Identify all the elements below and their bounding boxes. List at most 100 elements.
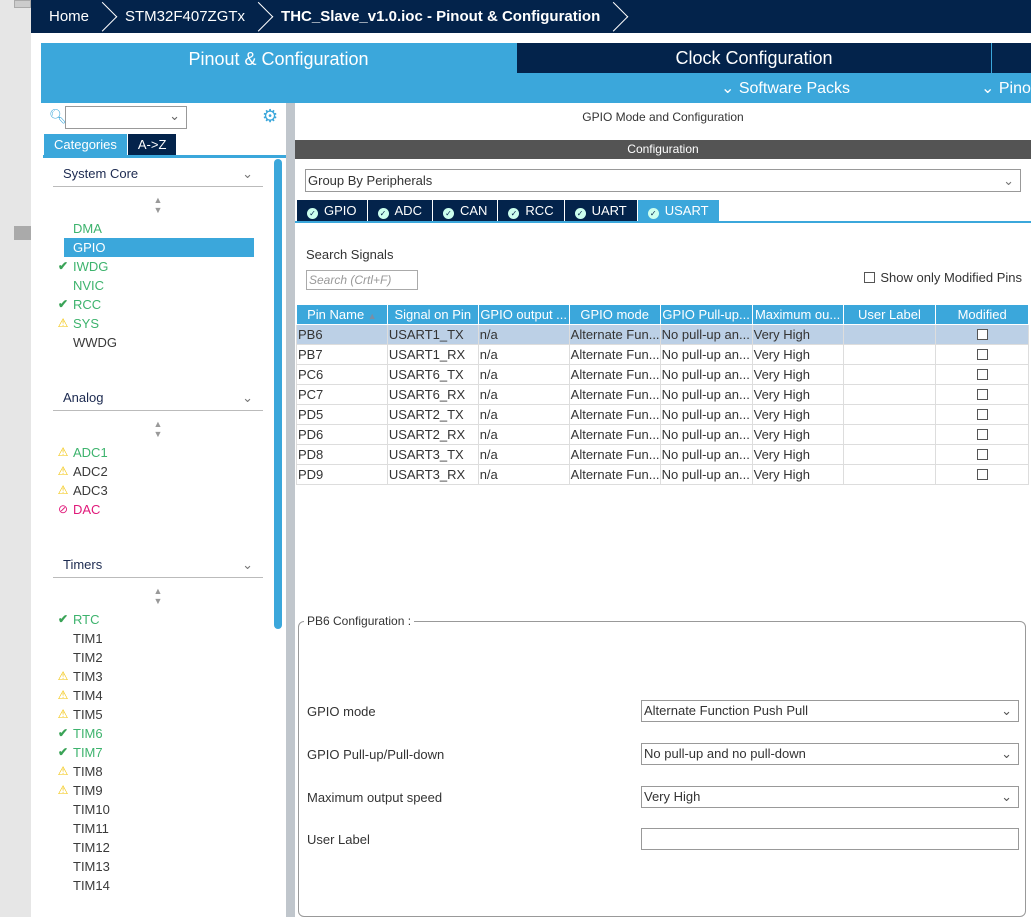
sidebar-item-tim1[interactable]: TIM1 <box>53 629 263 648</box>
sidebar-item-tim13[interactable]: TIM13 <box>53 857 263 876</box>
column-header[interactable]: GPIO mode <box>568 304 661 325</box>
column-header[interactable]: Pin Name ▲ <box>296 304 388 325</box>
modified-checkbox[interactable] <box>977 469 989 480</box>
sidebar-scrollbar[interactable] <box>274 159 282 629</box>
show-modified-checkbox[interactable]: Show only Modified Pins <box>864 270 1022 285</box>
modified-cell <box>935 384 1029 405</box>
column-header[interactable]: Modified <box>935 304 1029 325</box>
sidebar-item-tim9[interactable]: ⚠ TIM9 <box>53 781 263 800</box>
tab-categories[interactable]: Categories <box>44 134 127 155</box>
tab-adc[interactable]: ✓ ADC <box>367 200 432 221</box>
sidebar-item-tim7[interactable]: ✔ TIM7 <box>53 743 263 762</box>
sidebar-item-tim12[interactable]: TIM12 <box>53 838 263 857</box>
splitter[interactable] <box>286 103 295 917</box>
sidebar-item-adc1[interactable]: ⚠ ADC1 <box>53 443 263 462</box>
tab-label: ADC <box>394 203 422 218</box>
warning-icon: ⚠ <box>57 707 69 721</box>
sidebar-item-tim4[interactable]: ⚠ TIM4 <box>53 686 263 705</box>
sidebar-item-label: DAC <box>73 502 101 517</box>
column-header[interactable]: GPIO Pull-up... <box>659 304 753 325</box>
gear-icon[interactable]: ⚙ <box>262 106 278 127</box>
sidebar-item-dma[interactable]: DMA <box>53 219 263 238</box>
category-header[interactable]: System Core ⌄ <box>53 161 263 187</box>
modified-checkbox[interactable] <box>977 369 989 380</box>
tab-rcc[interactable]: ✓ RCC <box>498 200 564 221</box>
tab-gpio[interactable]: ✓ GPIO <box>297 200 367 221</box>
sort-icon[interactable]: ▲ ▼ <box>53 195 263 215</box>
sidebar-item-label: ADC2 <box>73 464 108 479</box>
checkbox[interactable] <box>864 272 876 283</box>
table-row[interactable]: PB7 USART1_RX n/a Alternate Fun... No pull-u… <box>296 344 1029 365</box>
sort-icon[interactable]: ▲ ▼ <box>53 419 263 439</box>
modified-cell <box>935 444 1029 465</box>
sidebar-item-sys[interactable]: ⚠ SYS <box>53 314 263 333</box>
field-value: Very High <box>644 789 701 804</box>
table-row[interactable]: PB6 USART1_TX n/a Alternate Fun... No pull-u… <box>296 324 1029 345</box>
software-packs-menu[interactable]: ⌄ Software Packs <box>721 78 850 98</box>
sidebar-item-rtc[interactable]: ✔ RTC <box>53 610 263 629</box>
table-row[interactable]: PD9 USART3_RX n/a Alternate Fun... No pull-u… <box>296 464 1029 485</box>
sort-icon[interactable]: ▲ ▼ <box>53 586 263 606</box>
table-cell: Very High <box>751 424 844 445</box>
modified-checkbox[interactable] <box>977 349 989 360</box>
gpio-mode-select[interactable]: ⌄ Alternate Function Push Pull <box>641 700 1019 722</box>
table-row[interactable]: PD6 USART2_RX n/a Alternate Fun... No pull-u… <box>296 424 1029 445</box>
sidebar-item-iwdg[interactable]: ✔ IWDG <box>53 257 263 276</box>
tab-a-z[interactable]: A->Z <box>127 134 177 155</box>
column-header[interactable]: Signal on Pin <box>386 304 479 325</box>
sidebar-item-nvic[interactable]: NVIC <box>53 276 263 295</box>
table-row[interactable]: PD5 USART2_TX n/a Alternate Fun... No pull-u… <box>296 404 1029 425</box>
column-header[interactable]: GPIO output ... <box>477 304 570 325</box>
modified-checkbox[interactable] <box>977 429 989 440</box>
column-header-label: Pin Name <box>307 307 365 322</box>
sidebar-item-tim3[interactable]: ⚠ TIM3 <box>53 667 263 686</box>
check-icon: ✔ <box>57 745 69 759</box>
table-row[interactable]: PC6 USART6_TX n/a Alternate Fun... No pull-u… <box>296 364 1029 385</box>
tab-uart[interactable]: ✓ UART <box>564 200 637 221</box>
outer-scrollbar[interactable] <box>0 0 31 917</box>
sidebar-item-tim8[interactable]: ⚠ TIM8 <box>53 762 263 781</box>
pinout-menu[interactable]: ⌄ Pino <box>981 78 1031 98</box>
sidebar-item-rcc[interactable]: ✔ RCC <box>53 295 263 314</box>
maximum-output-speed-select[interactable]: ⌄ Very High <box>641 786 1019 808</box>
sidebar-item-tim5[interactable]: ⚠ TIM5 <box>53 705 263 724</box>
gpio-pull-up-pull-down-select[interactable]: ⌄ No pull-up and no pull-down <box>641 743 1019 765</box>
sidebar-item-tim2[interactable]: TIM2 <box>53 648 263 667</box>
sidebar-item-tim6[interactable]: ✔ TIM6 <box>53 724 263 743</box>
column-header-label: Maximum ou... <box>754 307 841 322</box>
search-signals-input[interactable]: Search (Crtl+F) <box>306 270 418 290</box>
column-header[interactable]: Maximum ou... <box>751 304 844 325</box>
breadcrumb-project[interactable]: THC_Slave_v1.0.ioc - Pinout & Configurat… <box>263 0 618 33</box>
category-header[interactable]: Analog ⌄ <box>53 385 263 411</box>
modified-checkbox[interactable] <box>977 409 989 420</box>
sidebar-search-combo[interactable]: ⌄ <box>65 106 187 129</box>
chevron-down-icon: ⌄ <box>1001 746 1012 761</box>
sidebar-item-wwdg[interactable]: WWDG <box>53 333 263 352</box>
tab-label: USART <box>664 203 709 218</box>
sidebar-item-dac[interactable]: ⊘ DAC <box>53 500 263 519</box>
breadcrumb-home[interactable]: Home <box>31 0 107 33</box>
sidebar-item-tim10[interactable]: TIM10 <box>53 800 263 819</box>
tab-label: RCC <box>525 203 554 218</box>
modified-checkbox[interactable] <box>977 389 989 400</box>
category-header[interactable]: Timers ⌄ <box>53 552 263 578</box>
breadcrumb-device[interactable]: STM32F407ZGTx <box>107 0 263 33</box>
modified-cell <box>935 404 1029 425</box>
sidebar-item-adc2[interactable]: ⚠ ADC2 <box>53 462 263 481</box>
user-label-input[interactable] <box>641 828 1019 850</box>
modified-checkbox[interactable] <box>977 449 989 460</box>
tab-clock-configuration[interactable]: Clock Configuration <box>517 43 991 73</box>
sidebar-item-gpio[interactable]: GPIO <box>64 238 254 257</box>
table-row[interactable]: PD8 USART3_TX n/a Alternate Fun... No pull-u… <box>296 444 1029 465</box>
tab-can[interactable]: ✓ CAN <box>432 200 498 221</box>
table-row[interactable]: PC7 USART6_RX n/a Alternate Fun... No pull-u… <box>296 384 1029 405</box>
tab-pinout-configuration[interactable]: Pinout & Configuration <box>41 43 516 103</box>
tab-usart[interactable]: ✓ USART <box>637 200 719 221</box>
modified-checkbox[interactable] <box>977 329 989 340</box>
sidebar-item-tim14[interactable]: TIM14 <box>53 876 263 895</box>
sidebar-item-adc3[interactable]: ⚠ ADC3 <box>53 481 263 500</box>
tab-overflow[interactable] <box>992 43 1031 73</box>
column-header[interactable]: User Label <box>842 304 937 325</box>
sidebar-item-tim11[interactable]: TIM11 <box>53 819 263 838</box>
group-by-select[interactable]: ⌄ Group By Peripherals <box>305 169 1021 192</box>
